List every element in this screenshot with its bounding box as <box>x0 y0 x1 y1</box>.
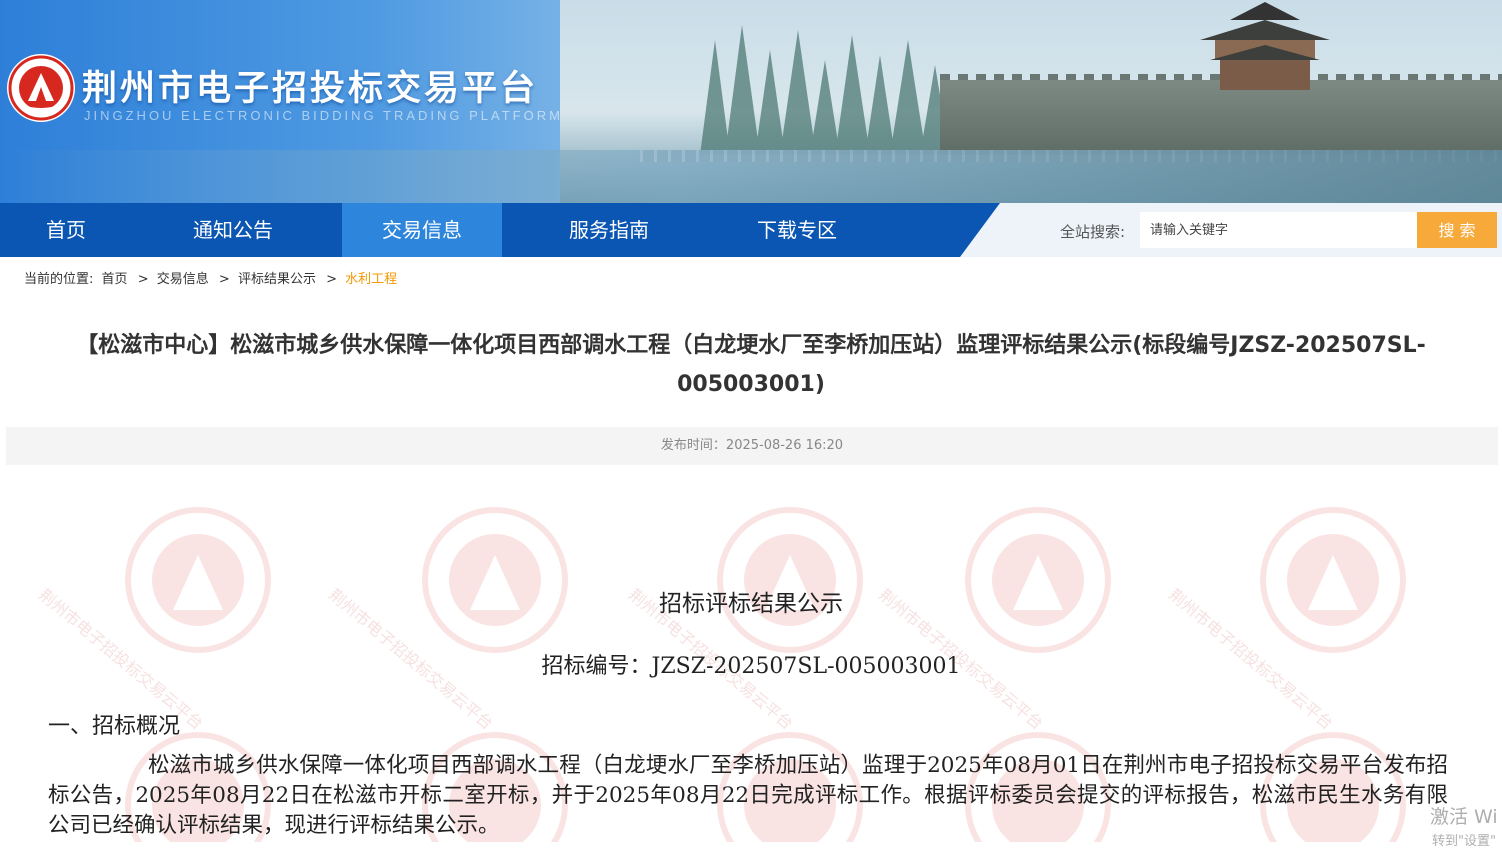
breadcrumb-water-project[interactable]: 水利工程 <box>345 272 397 287</box>
banner-city-wall <box>940 80 1502 155</box>
nav-item-home[interactable]: 首页 <box>0 203 132 257</box>
document-heading: 招标评标结果公示 <box>659 591 843 617</box>
windows-activation-subtext: 转到"设置" <box>1432 834 1496 849</box>
breadcrumb-home[interactable]: 首页 <box>102 272 128 287</box>
breadcrumb: 当前的位置: 首页 > 交易信息 > 评标结果公示 > 水利工程 <box>24 268 397 287</box>
windows-activation-watermark: 激活 Wi <box>1430 806 1498 828</box>
platform-logo-icon <box>7 54 75 122</box>
site-title: 荆州市电子招投标交易平台 <box>82 69 539 109</box>
banner-trees-illustration <box>700 25 950 155</box>
breadcrumb-separator: > <box>326 272 337 287</box>
search-input[interactable] <box>1140 212 1418 248</box>
watermark-seal-icon <box>1260 507 1406 653</box>
site-subtitle: JINGZHOU ELECTRONIC BIDDING TRADING PLAT… <box>84 108 563 123</box>
banner-water <box>0 150 1502 203</box>
breadcrumb-prefix: 当前的位置: <box>24 272 94 287</box>
breadcrumb-bid-result[interactable]: 评标结果公示 <box>238 272 316 287</box>
nav-item-notices[interactable]: 通知公告 <box>150 203 316 257</box>
article-title: 【松滋市中心】松滋市城乡供水保障一体化项目西部调水工程（白龙埂水厂至李桥加压站）… <box>76 333 1426 397</box>
publish-time: 发布时间：2025-08-26 16:20 <box>660 438 844 453</box>
section-paragraph-overview: 松滋市城乡供水保障一体化项目西部调水工程（白龙埂水厂至李桥加压站）监理于2025… <box>48 753 1448 838</box>
search-button[interactable]: 搜 索 <box>1417 212 1497 248</box>
watermark-seal-icon <box>965 507 1111 653</box>
nav-item-downloads[interactable]: 下载专区 <box>716 203 878 257</box>
document-bid-code: 招标编号：JZSZ-202507SL-005003001 <box>541 654 961 679</box>
header-banner: 荆州市电子招投标交易平台 JINGZHOU ELECTRONIC BIDDING… <box>0 0 1502 203</box>
watermark-seal-icon <box>125 507 271 653</box>
watermark-seal-icon <box>422 507 568 653</box>
breadcrumb-separator: > <box>137 272 149 287</box>
watermark-seal-icon <box>717 507 863 653</box>
publish-time-bar: 发布时间：2025-08-26 16:20 <box>6 427 1498 465</box>
breadcrumb-trading-info[interactable]: 交易信息 <box>157 272 209 287</box>
search-label: 全站搜索: <box>1060 223 1126 241</box>
section-title-overview: 一、招标概况 <box>48 714 181 739</box>
nav-item-trading-info[interactable]: 交易信息 <box>342 203 502 257</box>
banner-gate-tower-illustration <box>1200 2 1330 90</box>
nav-item-service-guide[interactable]: 服务指南 <box>528 203 690 257</box>
breadcrumb-separator: > <box>218 272 230 287</box>
